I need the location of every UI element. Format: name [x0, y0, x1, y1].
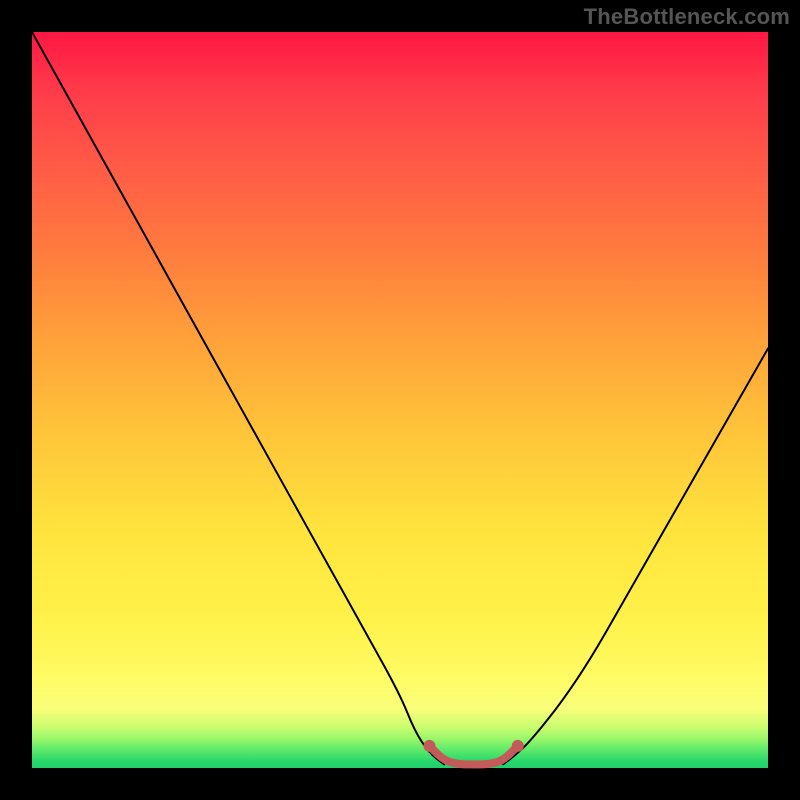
watermark-text: TheBottleneck.com — [584, 4, 790, 30]
valley-endpoint-left — [423, 740, 435, 752]
curve-left-branch — [32, 32, 444, 764]
valley-highlight — [429, 746, 517, 764]
valley-endpoint-right — [512, 740, 524, 752]
chart-stage: TheBottleneck.com — [0, 0, 800, 800]
curve-layer — [32, 32, 768, 768]
curve-right-branch — [503, 348, 768, 764]
plot-area — [32, 32, 768, 768]
